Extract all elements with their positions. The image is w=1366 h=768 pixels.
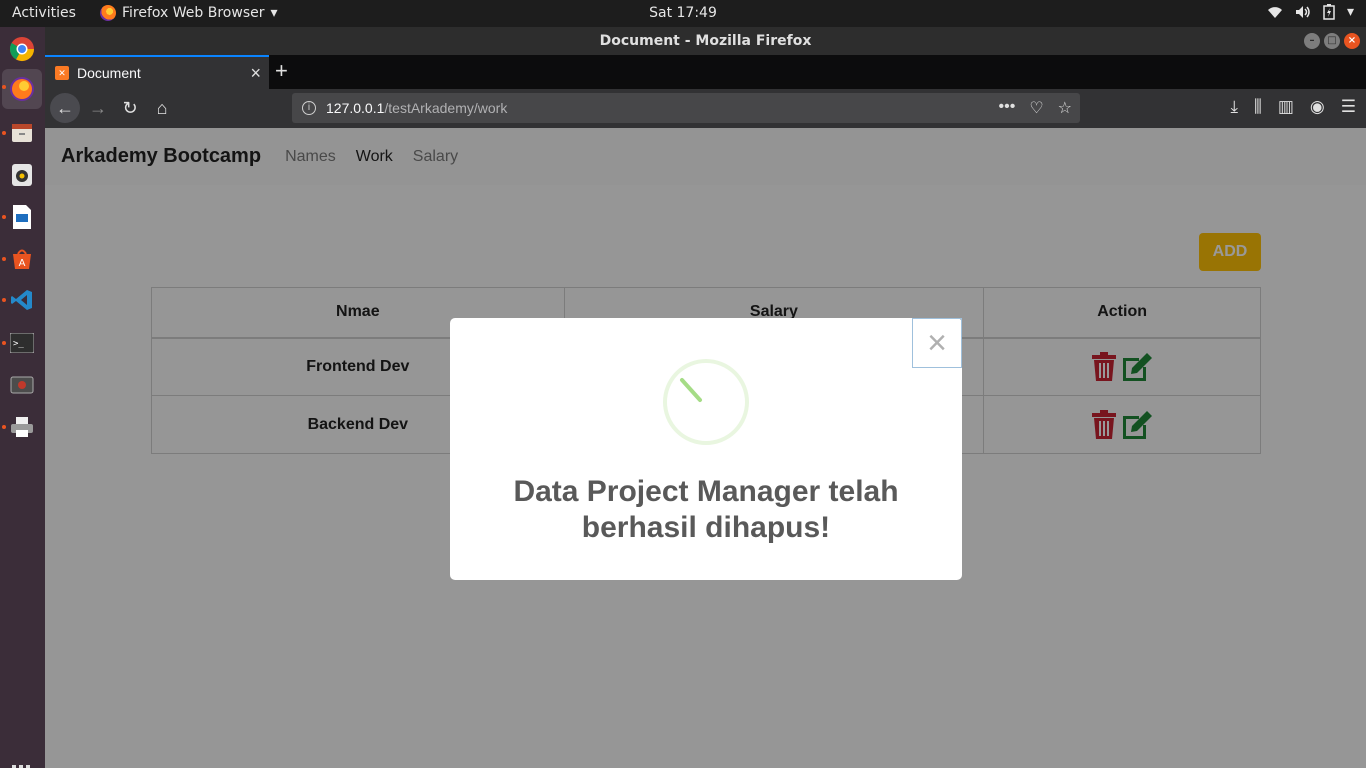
dock-software[interactable]: A xyxy=(6,243,38,275)
dock-firefox[interactable] xyxy=(2,69,42,109)
dock-screen-recorder[interactable] xyxy=(6,369,38,401)
caret-down-icon: ▾ xyxy=(270,5,278,21)
window-titlebar: Document - Mozilla Firefox – □ × xyxy=(45,27,1366,55)
activities-button[interactable]: Activities xyxy=(12,5,76,21)
dock-chrome[interactable] xyxy=(6,33,38,65)
firefox-icon xyxy=(10,77,34,101)
chrome-icon xyxy=(9,37,34,62)
running-indicator xyxy=(2,298,6,302)
dock-printer[interactable] xyxy=(6,411,38,443)
xampp-favicon-icon: ✕ xyxy=(55,66,69,80)
system-tray[interactable]: ▾ xyxy=(1267,4,1354,20)
running-indicator xyxy=(2,425,6,429)
app-menu[interactable]: Firefox Web Browser ▾ xyxy=(100,5,278,21)
speaker-icon xyxy=(12,164,32,186)
ubuntu-dock: A >_ xyxy=(0,27,45,768)
running-indicator xyxy=(2,341,6,345)
window-controls: – □ × xyxy=(1304,33,1360,49)
running-indicator xyxy=(2,131,6,135)
running-indicator xyxy=(2,85,6,89)
volume-icon xyxy=(1295,6,1310,18)
loading-spinner-icon xyxy=(663,359,749,445)
url-host: 127.0.0.1 xyxy=(326,100,385,116)
site-info-icon[interactable]: i xyxy=(302,101,316,115)
dock-writer[interactable] xyxy=(6,201,38,233)
window-title: Document - Mozilla Firefox xyxy=(599,33,812,49)
gnome-top-bar: Activities Firefox Web Browser ▾ Sat 17:… xyxy=(0,0,1366,27)
battery-icon xyxy=(1323,4,1335,20)
toolbar-right: ⤓ ⫼ ▥ ◉ ☰ xyxy=(1231,97,1357,117)
close-window-icon[interactable]: × xyxy=(1344,33,1360,49)
modal-message: Data Project Manager telah berhasil diha… xyxy=(513,475,899,544)
svg-text:>_: >_ xyxy=(13,339,24,349)
vscode-icon xyxy=(11,290,32,310)
system-menu-caret-icon: ▾ xyxy=(1346,4,1354,20)
dock-files[interactable] xyxy=(6,117,38,149)
software-center-icon: A xyxy=(13,249,31,269)
tab-strip: ✕ Document × + xyxy=(45,55,1366,89)
tab-document[interactable]: ✕ Document × xyxy=(45,55,269,89)
maximize-icon[interactable]: □ xyxy=(1324,33,1340,49)
sidebar-icon[interactable]: ▥ xyxy=(1278,97,1294,117)
home-icon[interactable]: ⌂ xyxy=(147,93,177,123)
page-viewport: Arkademy Bootcamp Names Work Salary ADD … xyxy=(45,128,1366,768)
bookmark-star-icon[interactable]: ☆ xyxy=(1058,98,1072,118)
document-writer-icon xyxy=(13,205,31,229)
screen-recorder-icon xyxy=(10,376,34,394)
pocket-icon[interactable]: ♡ xyxy=(1029,98,1043,118)
dock-rhythmbox[interactable] xyxy=(6,159,38,191)
dock-terminal[interactable]: >_ xyxy=(6,327,38,359)
url-bar[interactable]: i 127.0.0.1/testArkademy/work ••• ♡ ☆ xyxy=(292,93,1080,123)
minimize-icon[interactable]: – xyxy=(1304,33,1320,49)
firefox-icon xyxy=(100,5,116,21)
svg-text:A: A xyxy=(19,258,26,269)
terminal-icon: >_ xyxy=(10,333,34,353)
url-path: /testArkademy/work xyxy=(384,100,508,116)
file-cabinet-icon xyxy=(12,124,32,142)
hamburger-menu-icon[interactable]: ☰ xyxy=(1341,97,1356,117)
account-icon[interactable]: ◉ xyxy=(1310,97,1325,117)
clock[interactable]: Sat 17:49 xyxy=(649,5,717,21)
tab-title: Document xyxy=(77,65,141,81)
dock-vscode[interactable] xyxy=(6,284,38,316)
forward-arrow-icon[interactable]: → xyxy=(83,93,113,123)
alert-modal: × Data Project Manager telah berhasil di… xyxy=(450,318,962,580)
new-tab-icon[interactable]: + xyxy=(275,58,288,84)
modal-close-button[interactable]: × xyxy=(912,318,962,368)
back-arrow-icon[interactable]: ← xyxy=(50,93,80,123)
reload-icon[interactable]: ↻ xyxy=(115,93,145,123)
page-actions-icon[interactable]: ••• xyxy=(999,98,1016,118)
app-menu-label: Firefox Web Browser xyxy=(122,5,265,21)
url-actions: ••• ♡ ☆ xyxy=(999,98,1073,118)
download-icon[interactable]: ⤓ xyxy=(1231,97,1239,117)
navigation-toolbar: ← → ↻ ⌂ i 127.0.0.1/testArkademy/work ••… xyxy=(45,89,1366,128)
library-icon[interactable]: ⫼ xyxy=(1254,97,1262,117)
wifi-icon xyxy=(1267,7,1282,18)
printer-icon xyxy=(11,417,33,437)
tab-close-icon[interactable]: × xyxy=(250,63,261,84)
running-indicator xyxy=(2,257,6,261)
running-indicator xyxy=(2,215,6,219)
